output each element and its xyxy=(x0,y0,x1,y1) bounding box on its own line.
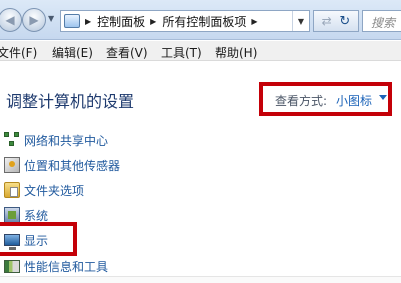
control-panel-icon xyxy=(64,14,80,28)
view-by-caret-icon[interactable] xyxy=(379,95,387,100)
item-label[interactable]: 文件夹选项 xyxy=(24,182,84,199)
go-arrows-icon: ⇄ xyxy=(321,14,332,28)
breadcrumb-control-panel[interactable]: 控制面板 xyxy=(97,13,145,30)
menu-bar: 文件(F) 编辑(E) 查看(V) 工具(T) 帮助(H) xyxy=(0,41,401,61)
breadcrumb-separator-icon[interactable]: ▶ xyxy=(251,17,257,26)
item-label[interactable]: 位置和其他传感器 xyxy=(24,157,120,174)
item-location-sensors[interactable]: 位置和其他传感器 xyxy=(0,155,120,175)
breadcrumb-all-items[interactable]: 所有控制面板项 xyxy=(162,13,246,30)
refresh-icon: ↻ xyxy=(339,13,351,29)
forward-arrow-icon: ▶ xyxy=(29,13,39,27)
item-label[interactable]: 性能信息和工具 xyxy=(24,258,108,275)
display-icon xyxy=(4,234,20,250)
menu-file[interactable]: 文件(F) xyxy=(0,44,37,61)
menu-help[interactable]: 帮助(H) xyxy=(215,44,257,61)
menu-view[interactable]: 查看(V) xyxy=(106,44,148,61)
back-button[interactable]: ◀ xyxy=(0,8,22,32)
address-dropdown-icon[interactable]: ▼ xyxy=(292,11,309,31)
performance-icon xyxy=(4,259,20,273)
search-input[interactable]: 搜索 xyxy=(362,10,401,32)
item-display[interactable]: 显示 xyxy=(0,230,48,250)
item-performance-info[interactable]: 性能信息和工具 xyxy=(0,256,108,276)
network-icon xyxy=(4,132,20,148)
view-by-highlight: 查看方式: 小图标 xyxy=(259,82,392,116)
address-bar-region: ◀ ▶ ▼ ▶ 控制面板 ▶ 所有控制面板项 ▶ ▼ ⇄ ↻ 搜索 xyxy=(0,0,401,40)
item-system[interactable]: 系统 xyxy=(0,205,48,225)
refresh-button[interactable]: ⇄ ↻ xyxy=(313,10,359,32)
item-label[interactable]: 系统 xyxy=(24,207,48,224)
view-by-label: 查看方式: xyxy=(275,94,328,108)
menu-edit[interactable]: 编辑(E) xyxy=(52,44,93,61)
recent-pages-dropdown-icon[interactable]: ▼ xyxy=(48,14,54,23)
item-label[interactable]: 网络和共享中心 xyxy=(24,132,108,149)
back-arrow-icon: ◀ xyxy=(5,13,15,27)
page-title: 调整计算机的设置 xyxy=(6,92,135,111)
breadcrumb-separator-icon[interactable]: ▶ xyxy=(150,17,156,26)
forward-button[interactable]: ▶ xyxy=(22,8,46,32)
folder-options-icon xyxy=(4,182,20,198)
menu-tools[interactable]: 工具(T) xyxy=(161,44,202,61)
view-by-dropdown[interactable]: 小图标 xyxy=(336,92,372,109)
system-icon xyxy=(4,207,20,223)
item-network-sharing-center[interactable]: 网络和共享中心 xyxy=(0,130,108,150)
list-bottom-edge xyxy=(0,276,401,283)
address-bar[interactable]: ▶ 控制面板 ▶ 所有控制面板项 ▶ ▼ xyxy=(60,10,310,32)
item-folder-options[interactable]: 文件夹选项 xyxy=(0,180,84,200)
item-label[interactable]: 显示 xyxy=(24,232,48,249)
breadcrumb-separator-icon[interactable]: ▶ xyxy=(85,17,91,26)
location-sensor-icon xyxy=(4,157,20,173)
